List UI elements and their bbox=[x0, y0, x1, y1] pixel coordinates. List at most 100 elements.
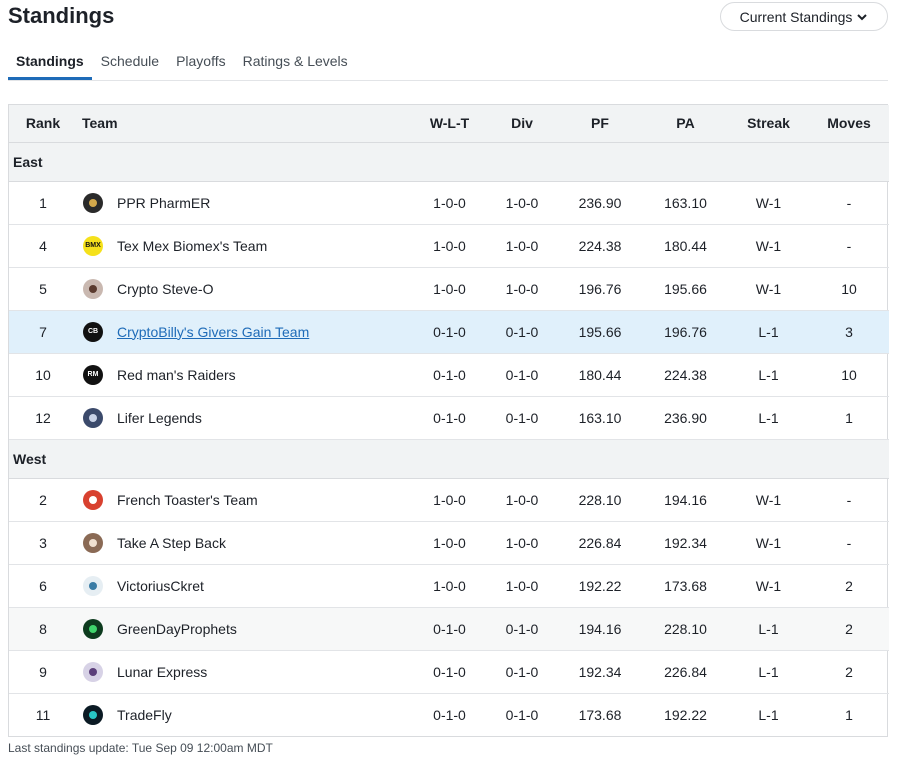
cell-pa: 228.10 bbox=[643, 607, 728, 651]
cell-pf: 173.68 bbox=[578, 706, 622, 723]
cell-rank: 7 bbox=[9, 310, 77, 354]
cell-rank: 2 bbox=[9, 478, 77, 522]
logo-text: RM bbox=[87, 371, 99, 378]
col-streak[interactable]: Streak bbox=[728, 105, 809, 143]
table-row: 5 Crypto Steve-O 1-0-0 1-0-0 196.76 195.66 W-1… bbox=[9, 267, 889, 311]
standings-view-dropdown[interactable]: Current Standings bbox=[720, 2, 888, 31]
cell-pf: 236.90 bbox=[557, 181, 643, 225]
col-team[interactable]: Team bbox=[77, 105, 412, 143]
cell-pa: 196.76 bbox=[643, 310, 728, 354]
cb-icon[interactable]: CB bbox=[83, 321, 103, 342]
cell-rank: 9 bbox=[9, 650, 77, 694]
team-name[interactable]: Tex Mex Biomex's Team bbox=[117, 238, 267, 254]
cell-div: 1-0-0 bbox=[487, 224, 557, 268]
cell-streak: L-1 bbox=[728, 607, 809, 651]
cell-moves: 1 bbox=[809, 396, 889, 440]
team-cell: RM Red man's Raiders bbox=[77, 353, 412, 397]
logo-mark bbox=[89, 198, 97, 207]
tf-icon[interactable] bbox=[83, 704, 103, 725]
col-rank[interactable]: Rank bbox=[9, 105, 77, 143]
person-icon[interactable] bbox=[83, 532, 103, 553]
cell-pf: 192.34 bbox=[557, 650, 643, 694]
team-name[interactable]: Lunar Express bbox=[117, 664, 207, 680]
team-cell: Take A Step Back bbox=[77, 521, 412, 565]
team-name[interactable]: TradeFly bbox=[117, 707, 172, 723]
logo-mark bbox=[89, 538, 97, 547]
cell-pf: 224.38 bbox=[557, 224, 643, 268]
cell-div: 1-0-0 bbox=[487, 267, 557, 311]
tab-standings[interactable]: Standings bbox=[8, 46, 92, 80]
team-name[interactable]: VictoriusCkret bbox=[117, 578, 204, 594]
team-cell: TradeFly bbox=[77, 693, 412, 736]
team-name[interactable]: PPR PharmER bbox=[117, 195, 210, 211]
cell-wlt: 0-1-0 bbox=[412, 396, 487, 440]
team-cell: BMX Tex Mex Biomex's Team bbox=[77, 224, 412, 268]
cell-moves: 1 bbox=[845, 706, 853, 723]
team-cell: PPR PharmER bbox=[77, 181, 412, 225]
bmx-icon[interactable]: BMX bbox=[83, 235, 103, 256]
cell-streak: W-1 bbox=[728, 478, 809, 522]
chevron-down-icon bbox=[857, 13, 868, 20]
toaster-icon[interactable] bbox=[83, 489, 103, 510]
team-name[interactable]: Red man's Raiders bbox=[117, 367, 236, 383]
tab-schedule[interactable]: Schedule bbox=[93, 46, 167, 79]
cell-pa: 173.68 bbox=[643, 564, 728, 608]
division-header: East bbox=[9, 142, 889, 182]
cell-streak: W-1 bbox=[728, 181, 809, 225]
team-cell: Lunar Express bbox=[77, 650, 412, 694]
logo-mark bbox=[89, 710, 97, 719]
division-name: East bbox=[9, 142, 889, 182]
team-name[interactable]: French Toaster's Team bbox=[117, 492, 258, 508]
cricket-icon[interactable] bbox=[83, 575, 103, 596]
team-cell: Lifer Legends bbox=[77, 396, 412, 440]
col-div[interactable]: Div bbox=[487, 105, 557, 143]
cell-rank: 11 bbox=[35, 706, 51, 723]
astronaut-icon[interactable] bbox=[83, 661, 103, 682]
cell-wlt: 0-1-0 bbox=[412, 353, 487, 397]
division-name: West bbox=[9, 439, 889, 479]
team-name[interactable]: CryptoBilly's Givers Gain Team bbox=[117, 324, 309, 340]
cell-wlt: 1-0-0 bbox=[412, 224, 487, 268]
cell-rank: 1 bbox=[9, 181, 77, 225]
table-row: 2 French Toaster's Team 1-0-0 1-0-0 228.10 19… bbox=[9, 478, 889, 522]
col-wlt[interactable]: W-L-T bbox=[412, 105, 487, 143]
cell-div: 0-1-0 bbox=[487, 607, 557, 651]
team-name[interactable]: Lifer Legends bbox=[117, 410, 202, 426]
pharmacy-icon[interactable] bbox=[83, 192, 103, 213]
team-name[interactable]: GreenDayProphets bbox=[117, 621, 237, 637]
player-icon[interactable] bbox=[83, 407, 103, 428]
col-moves[interactable]: Moves bbox=[809, 105, 889, 143]
table-row: 11 TradeFly 0-1-0 0-1-0 173.68 192.22 L-1 1 bbox=[9, 693, 889, 736]
col-pf[interactable]: PF bbox=[557, 105, 643, 143]
cell-pa: 192.22 bbox=[664, 706, 707, 723]
cell-rank: 5 bbox=[9, 267, 77, 311]
cell-div: 0-1-0 bbox=[505, 706, 539, 723]
cell-wlt: 1-0-0 bbox=[412, 478, 487, 522]
tab-ratings-levels[interactable]: Ratings & Levels bbox=[235, 46, 356, 79]
wave-icon[interactable] bbox=[83, 618, 103, 639]
cell-streak: L-1 bbox=[728, 396, 809, 440]
logo-mark bbox=[89, 495, 97, 504]
team-name[interactable]: Take A Step Back bbox=[117, 535, 226, 551]
col-pa[interactable]: PA bbox=[643, 105, 728, 143]
page-title: Standings bbox=[8, 3, 115, 28]
avatar-icon[interactable] bbox=[83, 278, 103, 299]
cell-pf: 228.10 bbox=[557, 478, 643, 522]
cell-streak: W-1 bbox=[728, 564, 809, 608]
logo-mark bbox=[89, 581, 97, 590]
cell-moves: 2 bbox=[809, 564, 889, 608]
cell-div: 0-1-0 bbox=[487, 310, 557, 354]
cell-pa: 224.38 bbox=[643, 353, 728, 397]
cell-streak: L-1 bbox=[728, 650, 809, 694]
table-row: 9 Lunar Express 0-1-0 0-1-0 192.34 226.84 L-1 2 bbox=[9, 650, 889, 694]
tab-playoffs[interactable]: Playoffs bbox=[168, 46, 234, 79]
division-header: West bbox=[9, 439, 889, 479]
last-update-note: Last standings update: Tue Sep 09 12:00a… bbox=[8, 741, 273, 755]
rm-icon[interactable]: RM bbox=[83, 364, 103, 385]
team-name[interactable]: Crypto Steve-O bbox=[117, 281, 213, 297]
cell-wlt: 1-0-0 bbox=[412, 267, 487, 311]
table-row: 7 CB CryptoBilly's Givers Gain Team 0-1-0 0-… bbox=[9, 310, 889, 354]
cell-streak: L-1 bbox=[728, 353, 809, 397]
cell-pa: 226.84 bbox=[643, 650, 728, 694]
cell-rank: 3 bbox=[9, 521, 77, 565]
